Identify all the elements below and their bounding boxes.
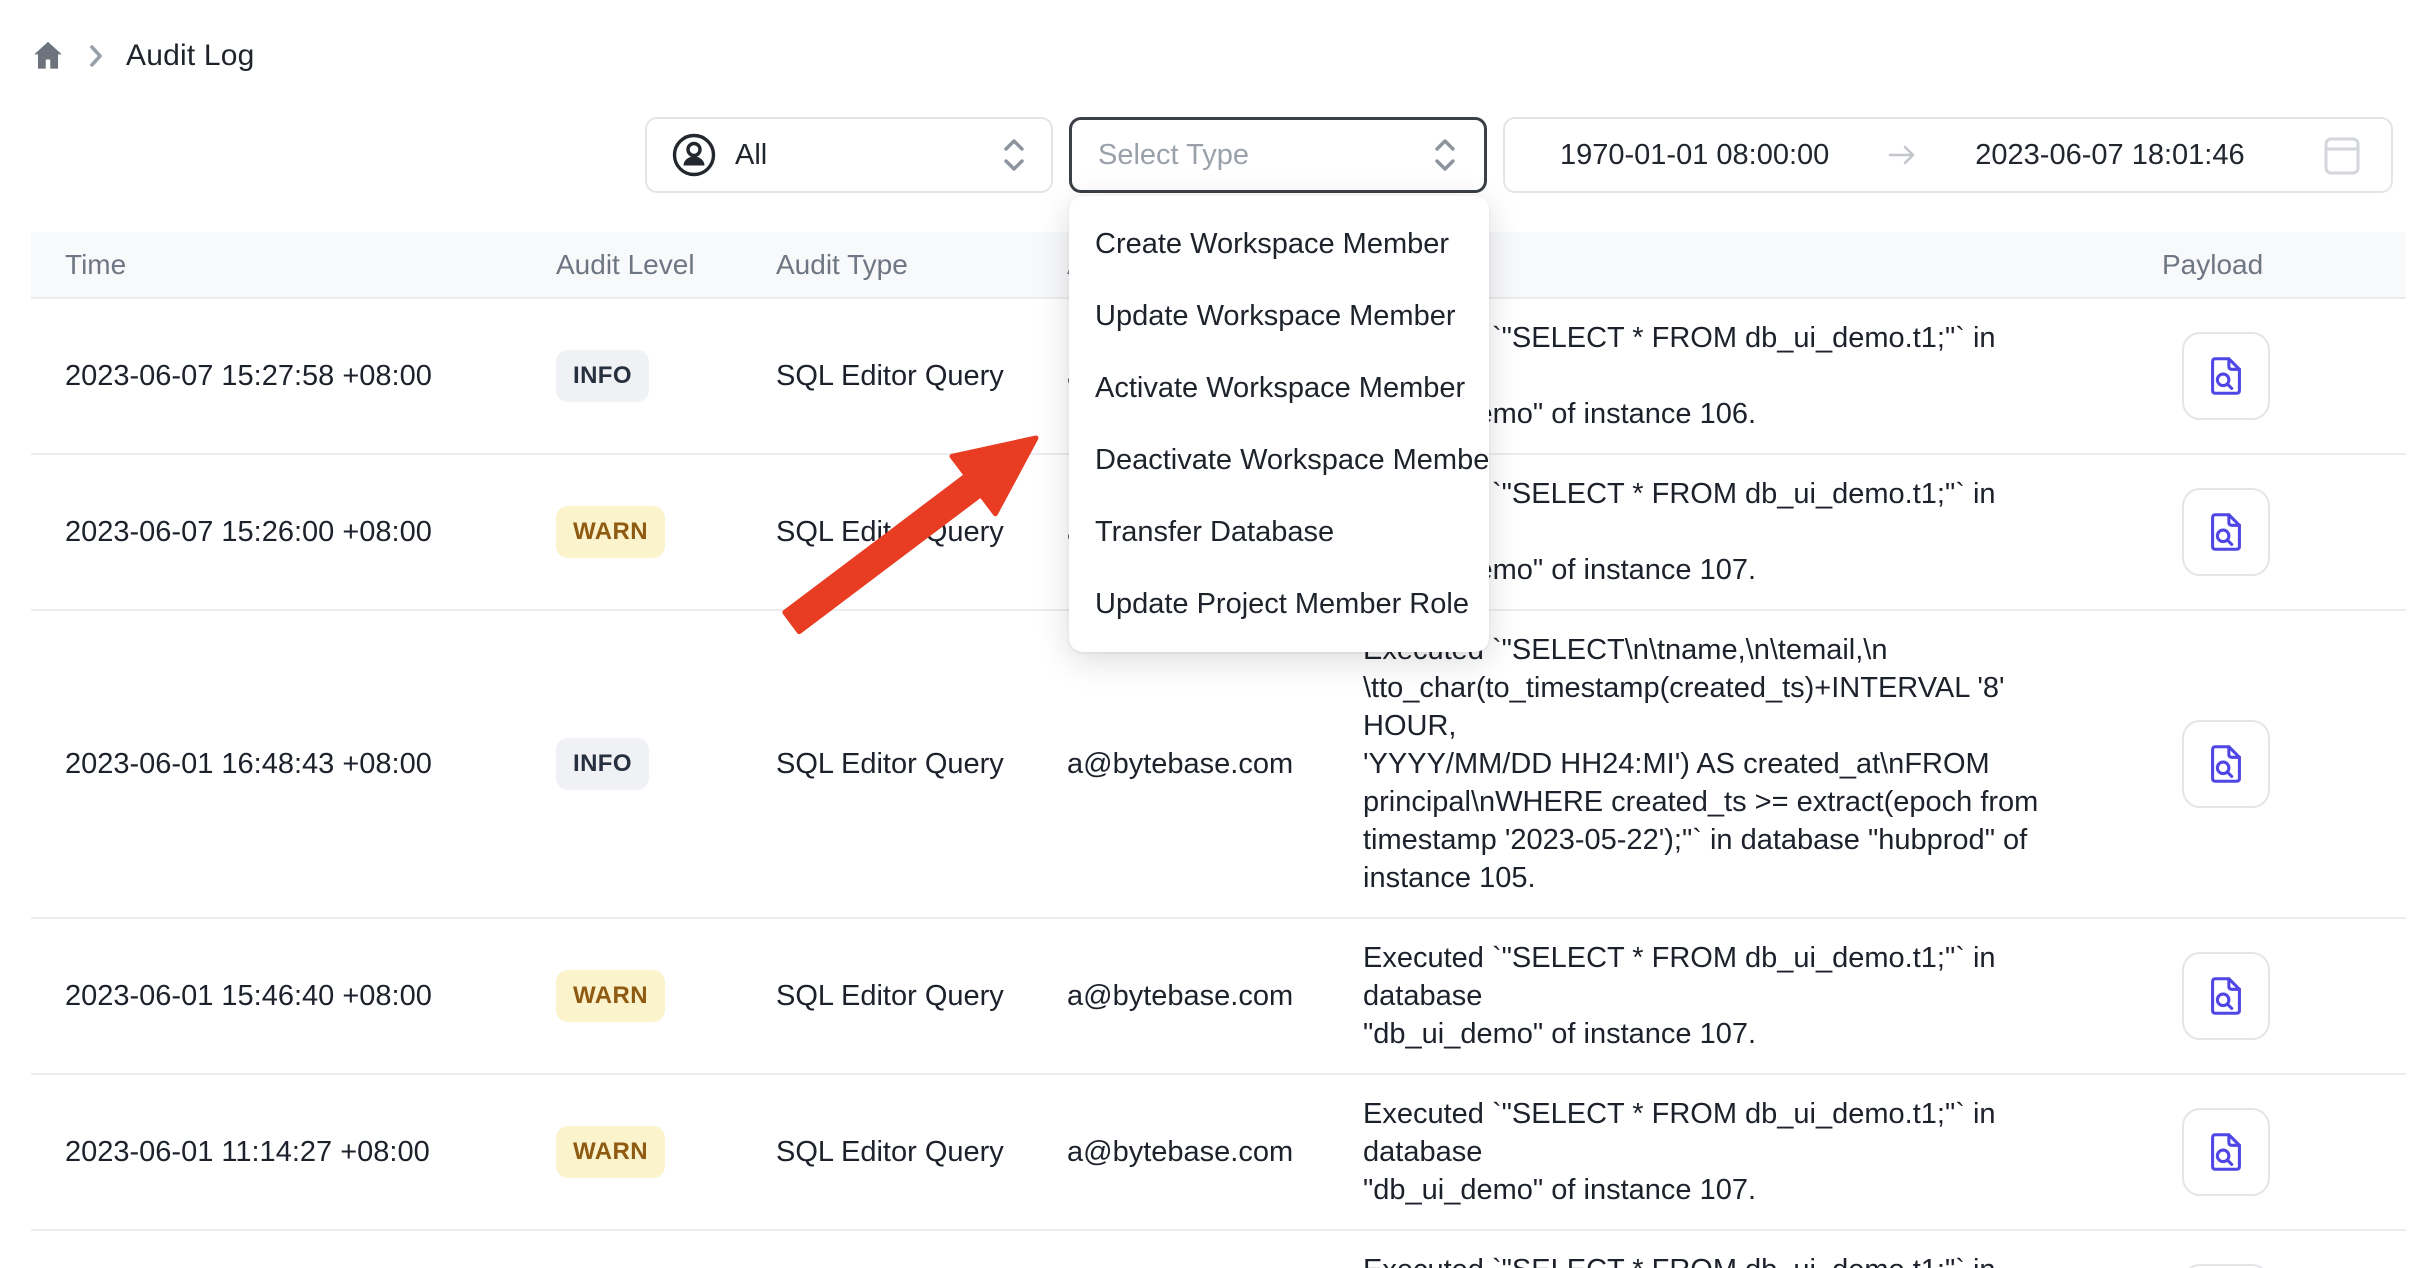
person-circle-icon xyxy=(671,132,717,178)
audit-level-badge: WARN xyxy=(556,1126,665,1178)
dropdown-item-update-workspace-member[interactable]: Update Workspace Member xyxy=(1069,280,1489,352)
cell-comment: Executed `"SELECT * FROM db_ui_demo.t1;"… xyxy=(1329,918,2128,1074)
date-range-end: 2023-06-07 18:01:46 xyxy=(1975,139,2244,172)
audit-level-badge: INFO xyxy=(556,738,649,790)
payload-view-button[interactable] xyxy=(2182,488,2270,576)
cell-audit-type: SQL Editor Query xyxy=(742,610,1033,918)
file-search-icon xyxy=(2203,1129,2249,1175)
actor-filter-select[interactable]: All xyxy=(645,117,1053,193)
type-filter-select[interactable]: Select Type xyxy=(1069,117,1487,193)
dropdown-item-transfer-database[interactable]: Transfer Database xyxy=(1069,496,1489,568)
cell-time: 2023-06-07 15:26:00 +08:00 xyxy=(31,454,522,610)
date-range-start: 1970-01-01 08:00:00 xyxy=(1560,139,1829,172)
audit-log-page: { "breadcrumb": { "title": "Audit Log" }… xyxy=(0,0,2410,1268)
dropdown-item-create-workspace-member[interactable]: Create Workspace Member xyxy=(1069,208,1489,280)
cell-time: 2023-06-01 11:14:27 +08:00 xyxy=(31,1074,522,1230)
cell-time: 2023-06-07 15:27:58 +08:00 xyxy=(31,298,522,454)
dropdown-item-deactivate-workspace-member[interactable]: Deactivate Workspace Member xyxy=(1069,424,1489,496)
audit-level-badge: WARN xyxy=(556,506,665,558)
page-title: Audit Log xyxy=(126,39,255,73)
actor-filter-value: All xyxy=(735,139,767,172)
file-search-icon xyxy=(2203,973,2249,1019)
payload-view-button[interactable] xyxy=(2182,1264,2270,1268)
cell-comment: Executed `"SELECT * FROM db_ui_demo.t1;"… xyxy=(1329,1230,2128,1268)
table-row: 2023-05-31 18:55:51 +08:00 INFO SQL Edit… xyxy=(31,1230,2406,1268)
arrow-right-icon xyxy=(1887,142,1917,168)
chevrons-up-down-icon xyxy=(1001,137,1027,173)
date-range-picker[interactable]: 1970-01-01 08:00:00 2023-06-07 18:01:46 xyxy=(1503,117,2393,193)
file-search-icon xyxy=(2203,741,2249,787)
file-search-icon xyxy=(2203,509,2249,555)
payload-view-button[interactable] xyxy=(2182,952,2270,1040)
breadcrumb: Audit Log xyxy=(30,38,255,74)
cell-time: 2023-06-01 15:46:40 +08:00 xyxy=(31,918,522,1074)
payload-view-button[interactable] xyxy=(2182,332,2270,420)
col-header-time: Time xyxy=(31,232,522,298)
cell-comment: Executed `"SELECT * FROM db_ui_demo.t1;"… xyxy=(1329,1074,2128,1230)
payload-view-button[interactable] xyxy=(2182,720,2270,808)
cell-actor: a@bytebase.com xyxy=(1033,1230,1329,1268)
audit-level-badge: WARN xyxy=(556,970,665,1022)
cell-audit-type: SQL Editor Query xyxy=(742,298,1033,454)
col-header-audit-level: Audit Level xyxy=(522,232,742,298)
dropdown-item-update-project-member[interactable]: Update Project Member Role xyxy=(1069,568,1489,640)
file-search-icon xyxy=(2203,353,2249,399)
cell-time: 2023-06-01 16:48:43 +08:00 xyxy=(31,610,522,918)
table-row: 2023-06-01 16:48:43 +08:00 INFO SQL Edit… xyxy=(31,610,2406,918)
cell-actor: a@bytebase.com xyxy=(1033,610,1329,918)
cell-actor: a@bytebase.com xyxy=(1033,918,1329,1074)
table-row: 2023-06-01 11:14:27 +08:00 WARN SQL Edit… xyxy=(31,1074,2406,1230)
table-row: 2023-06-01 15:46:40 +08:00 WARN SQL Edit… xyxy=(31,918,2406,1074)
col-header-audit-type: Audit Type xyxy=(742,232,1033,298)
cell-time: 2023-05-31 18:55:51 +08:00 xyxy=(31,1230,522,1268)
calendar-icon xyxy=(2323,134,2361,176)
cell-audit-type: SQL Editor Query xyxy=(742,918,1033,1074)
type-filter-dropdown: Create Workspace Member Update Workspace… xyxy=(1069,196,1489,652)
chevron-right-icon xyxy=(86,43,106,69)
cell-comment: Executed `"SELECT\n\tname,\n\temail,\n \… xyxy=(1329,610,2128,918)
cell-audit-type: SQL Editor Query xyxy=(742,1230,1033,1268)
filter-bar: All Select Type 1970-01-01 08:00:00 2023… xyxy=(645,117,2393,193)
cell-audit-type: SQL Editor Query xyxy=(742,454,1033,610)
chevrons-up-down-icon xyxy=(1432,137,1458,173)
cell-audit-type: SQL Editor Query xyxy=(742,1074,1033,1230)
home-icon[interactable] xyxy=(30,38,66,74)
dropdown-item-activate-workspace-member[interactable]: Activate Workspace Member xyxy=(1069,352,1489,424)
payload-view-button[interactable] xyxy=(2182,1108,2270,1196)
audit-level-badge: INFO xyxy=(556,350,649,402)
type-filter-placeholder: Select Type xyxy=(1098,139,1249,172)
col-header-payload: Payload xyxy=(2128,232,2406,298)
cell-actor: a@bytebase.com xyxy=(1033,1074,1329,1230)
